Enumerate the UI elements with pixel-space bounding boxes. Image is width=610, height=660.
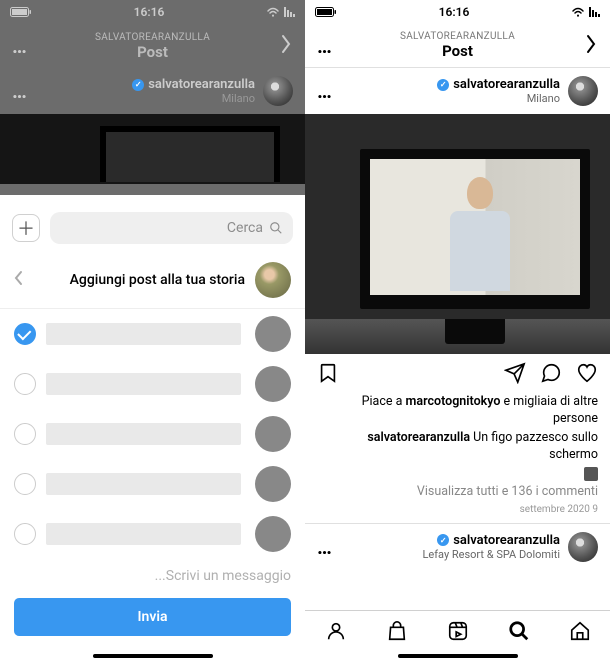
post-image[interactable] [305, 114, 610, 354]
header-title: Post [347, 42, 568, 60]
next-post-location[interactable]: Lefay Resort & SPA Dolomiti [341, 548, 560, 561]
send-button[interactable]: Invia [14, 598, 291, 636]
contact-avatar [255, 466, 291, 502]
view-comments-link[interactable]: Visualizza tutti e 136 i commenti [317, 484, 598, 501]
contact-row[interactable] [0, 409, 305, 459]
header-username: SALVATOREARANZULLA [42, 32, 263, 43]
home-indicator[interactable] [93, 654, 213, 658]
story-avatar [255, 262, 291, 298]
nav-shop-icon[interactable] [386, 620, 408, 646]
share-sheet: Cerca ＋ Aggiungi post alla tua storia [0, 198, 305, 660]
contact-row[interactable] [0, 509, 305, 559]
header-username: SALVATOREARANZULLA [347, 31, 568, 42]
contact-row[interactable] [0, 359, 305, 409]
contact-avatar [255, 366, 291, 402]
contact-row[interactable] [0, 309, 305, 359]
post-header-bar: SALVATOREARANZULLA Post … [0, 24, 305, 68]
nav-search-icon[interactable] [508, 620, 530, 646]
contact-row[interactable] [0, 459, 305, 509]
nav-reels-icon[interactable] [447, 620, 469, 646]
status-time: 16:16 [134, 5, 165, 19]
verified-badge-icon: ✓ [132, 79, 144, 91]
post-more-button[interactable]: … [317, 79, 333, 103]
nav-home-icon[interactable] [569, 620, 591, 646]
header-title: Post [42, 43, 263, 61]
share-icon[interactable] [504, 362, 526, 388]
post-action-bar [305, 354, 610, 394]
message-placeholder: Scrivi un messaggio... [155, 568, 291, 584]
contact-name [46, 323, 241, 345]
contact-avatar [255, 316, 291, 352]
add-to-story-label: Aggiungi post alla tua storia [70, 272, 245, 288]
contact-avatar [255, 416, 291, 452]
avatar[interactable] [568, 76, 598, 106]
post-username[interactable]: salvatorearanzulla [453, 77, 560, 92]
signal-icon [284, 7, 295, 17]
more-options-button[interactable]: … [317, 34, 333, 58]
like-icon[interactable] [576, 362, 598, 388]
contact-avatar [255, 516, 291, 552]
contact-name [46, 373, 241, 395]
signal-icon [589, 7, 600, 17]
caption: salvatorearanzulla Un figo pazzesco sull… [317, 430, 598, 464]
avatar [263, 76, 293, 106]
comment-icon[interactable] [540, 362, 562, 388]
contact-radio[interactable] [14, 373, 36, 395]
plus-icon: ＋ [17, 215, 35, 241]
post-author-row[interactable]: salvatorearanzulla ✓ Milano … [0, 68, 305, 114]
post-location[interactable]: Milano [341, 92, 560, 105]
post-location: Milano [36, 92, 255, 105]
search-placeholder: Cerca [227, 220, 263, 236]
contact-list [0, 309, 305, 559]
nav-profile-icon[interactable] [325, 620, 347, 646]
post-author-row[interactable]: salvatorearanzulla ✓ Milano … [305, 68, 610, 114]
commerce-row[interactable] [317, 467, 598, 481]
post-header-bar: SALVATOREARANZULLA Post … [305, 24, 610, 68]
status-time: 16:16 [439, 5, 470, 19]
post-username: salvatorearanzulla [148, 77, 255, 92]
contact-radio[interactable] [14, 323, 36, 345]
status-bar: 16:16 [305, 0, 610, 24]
verified-badge-icon: ✓ [437, 79, 449, 91]
shop-icon [584, 467, 598, 481]
contact-radio[interactable] [14, 523, 36, 545]
post-more-button[interactable]: … [317, 535, 333, 559]
back-icon[interactable] [584, 34, 598, 58]
back-icon[interactable] [279, 34, 293, 58]
avatar[interactable] [568, 532, 598, 562]
status-bar: 16:16 [0, 0, 305, 24]
create-group-button[interactable]: ＋ [12, 214, 40, 242]
contact-name [46, 423, 241, 445]
search-icon [269, 221, 283, 235]
wifi-icon [571, 7, 585, 17]
likes-text[interactable]: Piace a marcotognitokyo e migliaia di al… [317, 394, 598, 428]
bookmark-icon[interactable] [317, 362, 339, 388]
next-post-author-row[interactable]: salvatorearanzulla ✓ Lefay Resort & SPA … [305, 523, 610, 570]
verified-badge-icon: ✓ [437, 534, 449, 546]
contact-radio[interactable] [14, 473, 36, 495]
caption-username[interactable]: salvatorearanzulla [367, 430, 470, 445]
post-more-button: … [12, 79, 28, 103]
contact-radio[interactable] [14, 423, 36, 445]
next-post-username[interactable]: salvatorearanzulla [453, 533, 560, 548]
bottom-nav [305, 610, 610, 654]
wifi-icon [266, 7, 280, 17]
battery-icon [315, 7, 337, 17]
home-indicator[interactable] [398, 654, 518, 658]
chevron-left-icon [14, 270, 24, 290]
battery-icon [10, 7, 32, 17]
message-input[interactable]: Scrivi un messaggio... [0, 559, 305, 590]
add-to-story-row[interactable]: Aggiungi post alla tua storia [0, 254, 305, 309]
contact-name [46, 523, 241, 545]
more-options-button[interactable]: … [12, 34, 28, 58]
post-date: 9 settembre 2020 [317, 503, 598, 517]
search-input[interactable]: Cerca [50, 212, 293, 244]
contact-name [46, 473, 241, 495]
